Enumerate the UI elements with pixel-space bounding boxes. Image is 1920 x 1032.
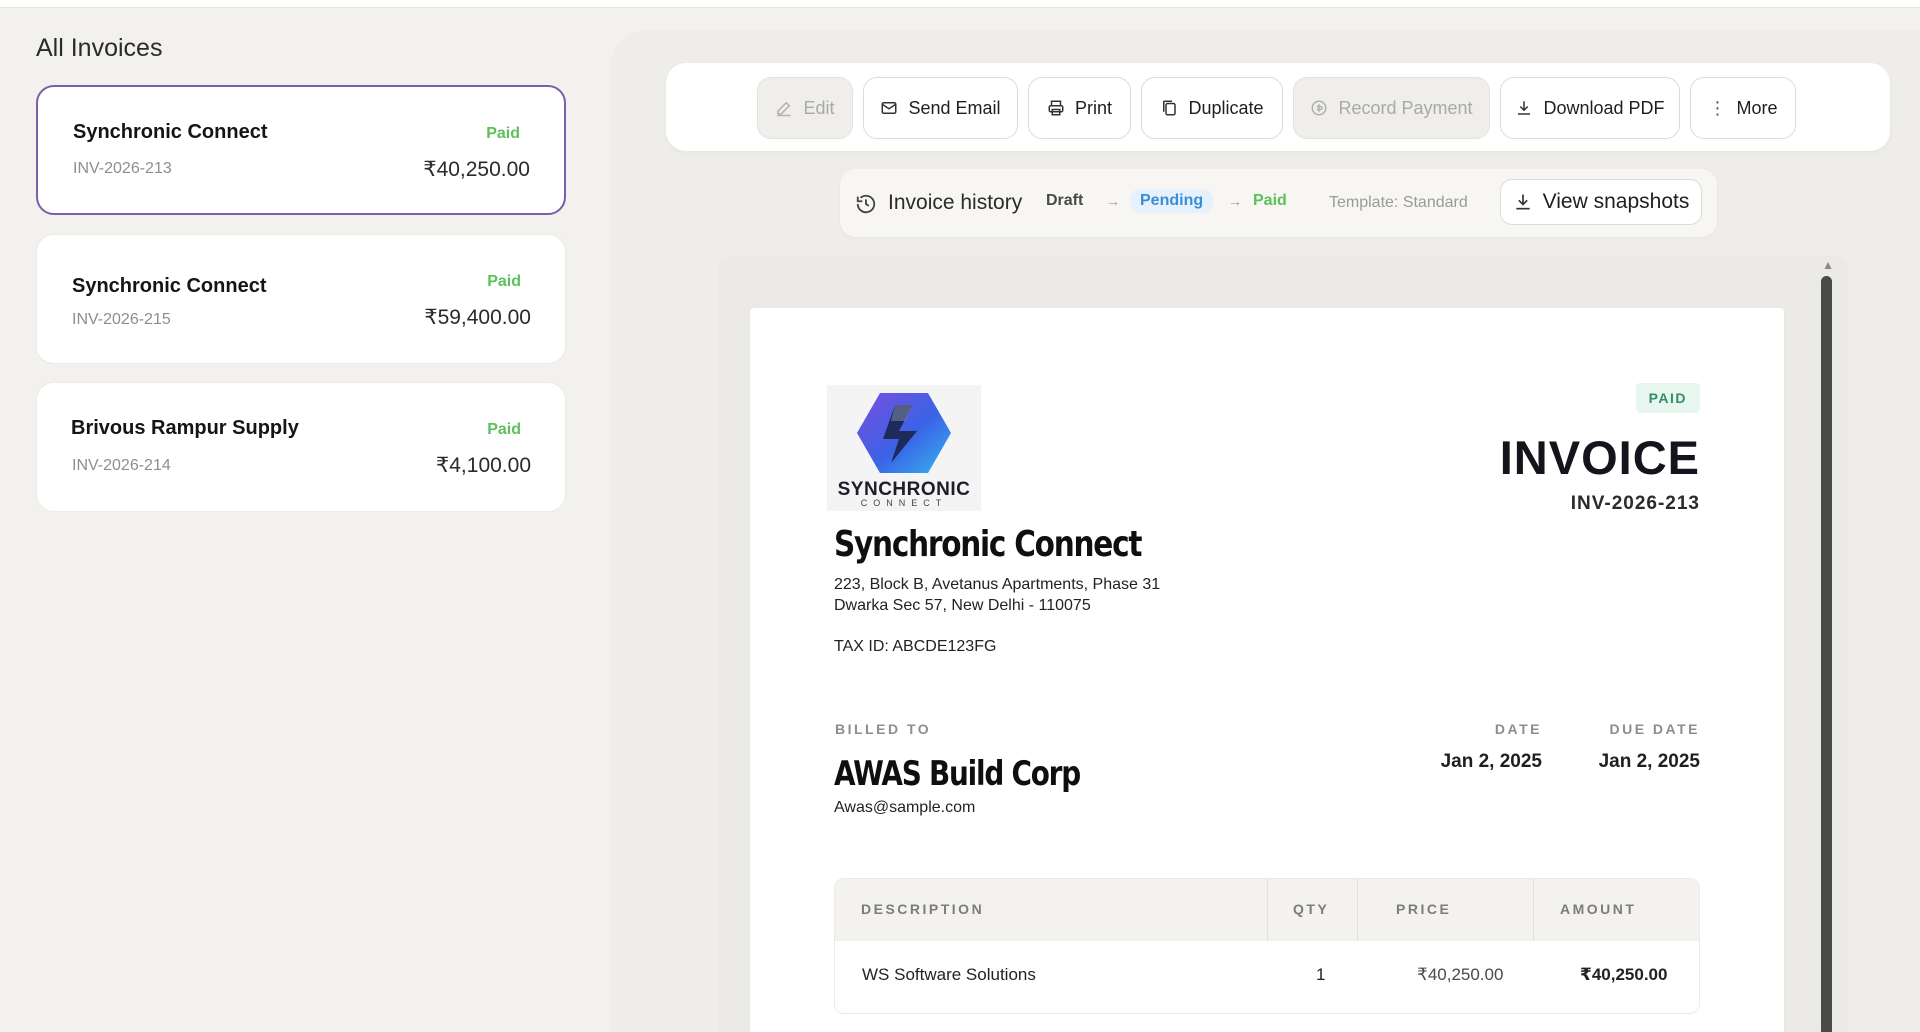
invoice-number: INV-2026-213 xyxy=(73,160,172,177)
duplicate-label: Duplicate xyxy=(1188,97,1264,118)
more-button[interactable]: ⋮ More xyxy=(1690,77,1796,139)
invoice-number: INV-2026-214 xyxy=(72,457,171,474)
billed-to-email: Awas@sample.com xyxy=(834,799,976,816)
send-email-label: Send Email xyxy=(908,97,1001,118)
logo-subtitle: CONNECT xyxy=(860,498,948,508)
status-badge: PAID xyxy=(1635,383,1700,413)
column-header-price: PRICE xyxy=(1396,901,1452,917)
scroll-up-icon[interactable]: ▲ xyxy=(1822,258,1834,272)
invoice-amount: ₹40,250.00 xyxy=(423,158,530,181)
invoice-list-item[interactable]: Brivous Rampur Supply INV-2026-214 Paid … xyxy=(36,382,566,512)
view-snapshots-label: View snapshots xyxy=(1542,190,1690,213)
invoice-history-label: Invoice history xyxy=(888,191,1023,214)
company-address-line2: Dwarka Sec 57, New Delhi - 110075 xyxy=(834,597,1091,614)
tax-id: TAX ID: ABCDE123FG xyxy=(834,638,997,655)
view-snapshots-button[interactable]: View snapshots xyxy=(1500,179,1702,225)
history-icon xyxy=(856,194,876,214)
edit-label: Edit xyxy=(803,97,835,118)
item-qty: 1 xyxy=(1316,965,1326,984)
logo-mark-icon xyxy=(857,393,951,473)
company-logo: SYNCHRONIC CONNECT xyxy=(827,385,981,511)
status-pending: Pending xyxy=(1130,189,1214,213)
scrollbar[interactable] xyxy=(1821,276,1832,1032)
invoice-list-item[interactable]: Synchronic Connect INV-2026-215 Paid ₹59… xyxy=(36,234,566,364)
status-paid: Paid xyxy=(1253,192,1287,209)
action-toolbar: Edit Send Email Print Duplicate Record P… xyxy=(666,63,1890,151)
company-address-line1: 223, Block B, Avetanus Apartments, Phase… xyxy=(834,576,1161,593)
printer-icon xyxy=(1048,100,1064,116)
print-label: Print xyxy=(1074,97,1112,118)
billed-to-name: AWAS Build Corp xyxy=(834,754,1081,794)
column-divider xyxy=(1533,879,1534,941)
copy-icon xyxy=(1163,100,1177,116)
status-badge: Paid xyxy=(487,273,521,290)
arrow-right-icon: → xyxy=(1228,193,1242,209)
download-pdf-label: Download PDF xyxy=(1543,97,1665,118)
invoice-sidebar: All Invoices Synchronic Connect INV-2026… xyxy=(0,8,610,1032)
due-date: Jan 2, 2025 xyxy=(1598,751,1700,772)
column-divider xyxy=(1267,879,1268,941)
arrow-right-icon: → xyxy=(1106,193,1120,209)
mail-icon xyxy=(881,102,897,114)
company-name: Synchronic Connect xyxy=(834,524,1142,565)
invoice-date: Jan 2, 2025 xyxy=(1440,751,1542,772)
send-email-button[interactable]: Send Email xyxy=(863,77,1018,139)
pencil-icon xyxy=(777,101,792,117)
column-header-description: DESCRIPTION xyxy=(861,901,985,917)
download-icon xyxy=(1515,194,1530,210)
record-payment-button[interactable]: Record Payment xyxy=(1293,77,1490,139)
sidebar-title: All Invoices xyxy=(36,34,163,62)
duplicate-button[interactable]: Duplicate xyxy=(1141,77,1283,139)
invoice-client: Synchronic Connect xyxy=(73,121,268,143)
coin-icon xyxy=(1311,100,1327,116)
download-icon xyxy=(1518,101,1531,115)
record-payment-label: Record Payment xyxy=(1338,97,1473,118)
more-label: More xyxy=(1736,97,1778,118)
column-header-qty: QTY xyxy=(1293,901,1330,917)
invoice-title: INVOICE xyxy=(1499,431,1700,484)
item-price: ₹40,250.00 xyxy=(1417,965,1504,984)
due-date-label: DUE DATE xyxy=(1609,721,1700,737)
line-items-table: DESCRIPTION QTY PRICE AMOUNT WS Software… xyxy=(834,878,1700,1014)
invoice-preview: ▲ SYNCHRONIC CONNECT PAID INVOICE INV-20… xyxy=(718,256,1848,1032)
top-bar xyxy=(0,0,1920,8)
invoice-client: Brivous Rampur Supply xyxy=(71,417,299,439)
item-amount: ₹40,250.00 xyxy=(1580,965,1668,984)
invoice-number: INV-2026-213 xyxy=(1570,493,1700,514)
invoice-client: Synchronic Connect xyxy=(72,275,267,297)
status-draft: Draft xyxy=(1046,192,1084,209)
template-label: Template: Standard xyxy=(1329,194,1468,211)
status-badge: Paid xyxy=(486,125,520,142)
print-button[interactable]: Print xyxy=(1028,77,1131,139)
invoice-detail-panel: Edit Send Email Print Duplicate Record P… xyxy=(610,30,1920,1032)
status-badge: Paid xyxy=(487,421,521,438)
column-header-amount: AMOUNT xyxy=(1560,901,1637,917)
invoice-amount: ₹59,400.00 xyxy=(424,306,531,329)
invoice-amount: ₹4,100.00 xyxy=(435,454,531,477)
more-vertical-icon: ⋮ xyxy=(1708,98,1727,118)
edit-button[interactable]: Edit xyxy=(757,77,853,139)
date-label: DATE xyxy=(1494,721,1542,737)
invoice-number: INV-2026-215 xyxy=(72,311,171,328)
item-description: WS Software Solutions xyxy=(862,965,1036,984)
invoice-list-item[interactable]: Synchronic Connect INV-2026-213 Paid ₹40… xyxy=(36,85,566,215)
invoice-history-bar: Invoice history Draft → Pending → Paid T… xyxy=(840,169,1717,237)
column-divider xyxy=(1357,879,1358,941)
billed-to-label: BILLED TO xyxy=(835,721,932,737)
download-pdf-button[interactable]: Download PDF xyxy=(1500,77,1680,139)
invoice-document: SYNCHRONIC CONNECT PAID INVOICE INV-2026… xyxy=(750,308,1784,1032)
